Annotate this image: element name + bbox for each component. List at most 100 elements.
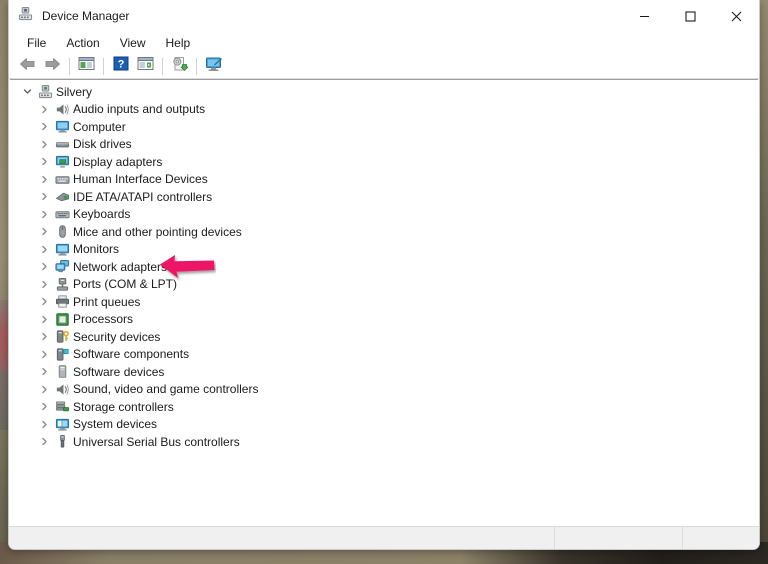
tree-item-human-interface-devices[interactable]: Human Interface Devices — [10, 171, 758, 189]
chevron-right-icon[interactable] — [37, 157, 52, 166]
status-pane-tertiary — [683, 527, 759, 549]
tree-item-processors[interactable]: Processors — [10, 311, 758, 329]
help-button[interactable]: ? — [108, 55, 133, 77]
tree-item-label: Security devices — [73, 329, 161, 344]
chevron-right-icon[interactable] — [37, 402, 52, 411]
tree-item-ide-ata-atapi-controllers[interactable]: IDE ATA/ATAPI controllers — [10, 188, 758, 206]
chevron-right-icon[interactable] — [37, 192, 52, 201]
svg-text:?: ? — [117, 59, 124, 71]
tree-item-audio-inputs-and-outputs[interactable]: Audio inputs and outputs — [10, 101, 758, 119]
chevron-right-icon[interactable] — [37, 227, 52, 236]
hid-keyboard-icon — [52, 171, 72, 187]
software-device-icon — [52, 364, 72, 380]
ide-controller-icon — [52, 189, 72, 205]
speaker-icon — [52, 101, 72, 117]
tree-item-software-components[interactable]: Software components — [10, 346, 758, 364]
properties-button[interactable] — [133, 55, 158, 77]
menu-help[interactable]: Help — [157, 34, 200, 52]
menu-file[interactable]: File — [18, 34, 55, 52]
security-key-icon — [52, 329, 72, 345]
minimize-button[interactable] — [621, 0, 667, 32]
tree-item-print-queues[interactable]: Print queues — [10, 293, 758, 311]
tree-item-monitors[interactable]: Monitors — [10, 241, 758, 259]
chevron-right-icon[interactable] — [37, 437, 52, 446]
back-button[interactable] — [15, 55, 40, 77]
tree-item-label: Ports (COM & LPT) — [73, 277, 178, 292]
back-arrow-icon — [19, 57, 36, 76]
chevron-right-icon[interactable] — [37, 350, 52, 359]
tree-item-computer[interactable]: Computer — [10, 118, 758, 136]
keyboard-icon — [52, 206, 72, 222]
printer-icon — [52, 294, 72, 310]
chevron-right-icon[interactable] — [37, 262, 52, 271]
tree-item-label: Mice and other pointing devices — [73, 224, 242, 239]
computer-node-icon — [35, 84, 55, 100]
forward-arrow-icon — [44, 57, 61, 76]
chevron-right-icon[interactable] — [37, 420, 52, 429]
wallpaper-blob — [0, 556, 90, 564]
tree-item-sound-video-and-game-controllers[interactable]: Sound, video and game controllers — [10, 381, 758, 399]
chevron-right-icon[interactable] — [37, 105, 52, 114]
tree-item-label: Audio inputs and outputs — [73, 102, 206, 117]
toolbar-separator — [103, 57, 104, 75]
tree-item-label: Software components — [73, 347, 190, 362]
scan-hardware-changes-button[interactable] — [201, 55, 226, 77]
chevron-right-icon[interactable] — [37, 315, 52, 324]
tree-item-label: Software devices — [73, 364, 165, 379]
maximize-button[interactable] — [667, 0, 713, 32]
tree-item-software-devices[interactable]: Software devices — [10, 363, 758, 381]
window-title: Device Manager — [42, 9, 130, 23]
network-adapter-icon — [52, 259, 72, 275]
forward-button[interactable] — [40, 55, 65, 77]
tree-item-root-silvery[interactable]: Silvery — [10, 83, 758, 101]
menu-view[interactable]: View — [111, 34, 155, 52]
chevron-right-icon[interactable] — [37, 175, 52, 184]
help-question-icon: ? — [113, 56, 129, 76]
tree-item-label: Network adapters — [73, 259, 168, 274]
scan-monitor-icon — [205, 56, 223, 77]
chevron-right-icon[interactable] — [37, 140, 52, 149]
device-tree[interactable]: Silvery Audio inputs and outputs Compute… — [10, 79, 758, 526]
menu-action[interactable]: Action — [57, 34, 108, 52]
tree-item-display-adapters[interactable]: Display adapters — [10, 153, 758, 171]
tree-item-label: Print queues — [73, 294, 141, 309]
monitor-screen-icon — [52, 241, 72, 257]
usb-icon — [52, 434, 72, 450]
window-controls — [621, 0, 759, 32]
tree-item-disk-drives[interactable]: Disk drives — [10, 136, 758, 154]
chevron-right-icon[interactable] — [37, 210, 52, 219]
tree-item-mice-and-other-pointing-devices[interactable]: Mice and other pointing devices — [10, 223, 758, 241]
tree-item-security-devices[interactable]: Security devices — [10, 328, 758, 346]
show-hide-console-tree-button[interactable] — [74, 55, 99, 77]
chevron-down-icon[interactable] — [20, 87, 35, 96]
toolbar-separator — [69, 57, 70, 75]
tree-item-universal-serial-bus-controllers[interactable]: Universal Serial Bus controllers — [10, 433, 758, 451]
title-bar-left: Device Manager — [9, 6, 129, 26]
close-button[interactable] — [713, 0, 759, 32]
chevron-right-icon[interactable] — [37, 245, 52, 254]
tree-item-label: Universal Serial Bus controllers — [73, 434, 240, 449]
toolbar-separator — [196, 57, 197, 75]
tree-item-system-devices[interactable]: System devices — [10, 416, 758, 434]
mouse-icon — [52, 224, 72, 240]
tree-item-keyboards[interactable]: Keyboards — [10, 206, 758, 224]
storage-controller-icon — [52, 399, 72, 415]
chevron-right-icon[interactable] — [37, 297, 52, 306]
tree-item-label: Human Interface Devices — [73, 172, 208, 187]
tree-item-ports-com-and-lpt[interactable]: Ports (COM & LPT) — [10, 276, 758, 294]
chevron-right-icon[interactable] — [37, 332, 52, 341]
tree-item-label: IDE ATA/ATAPI controllers — [73, 189, 213, 204]
chevron-right-icon[interactable] — [37, 280, 52, 289]
disk-drive-icon — [52, 136, 72, 152]
status-bar — [9, 526, 759, 549]
tree-item-label: Silvery — [56, 84, 93, 99]
chevron-right-icon[interactable] — [37, 367, 52, 376]
chevron-right-icon[interactable] — [37, 122, 52, 131]
tree-item-storage-controllers[interactable]: Storage controllers — [10, 398, 758, 416]
console-tree-icon — [78, 56, 95, 76]
tree-item-network-adapters[interactable]: Network adapters — [10, 258, 758, 276]
update-driver-button[interactable] — [167, 55, 192, 77]
monitor-icon — [52, 119, 72, 135]
chevron-right-icon[interactable] — [37, 385, 52, 394]
title-bar[interactable]: Device Manager — [9, 0, 759, 32]
